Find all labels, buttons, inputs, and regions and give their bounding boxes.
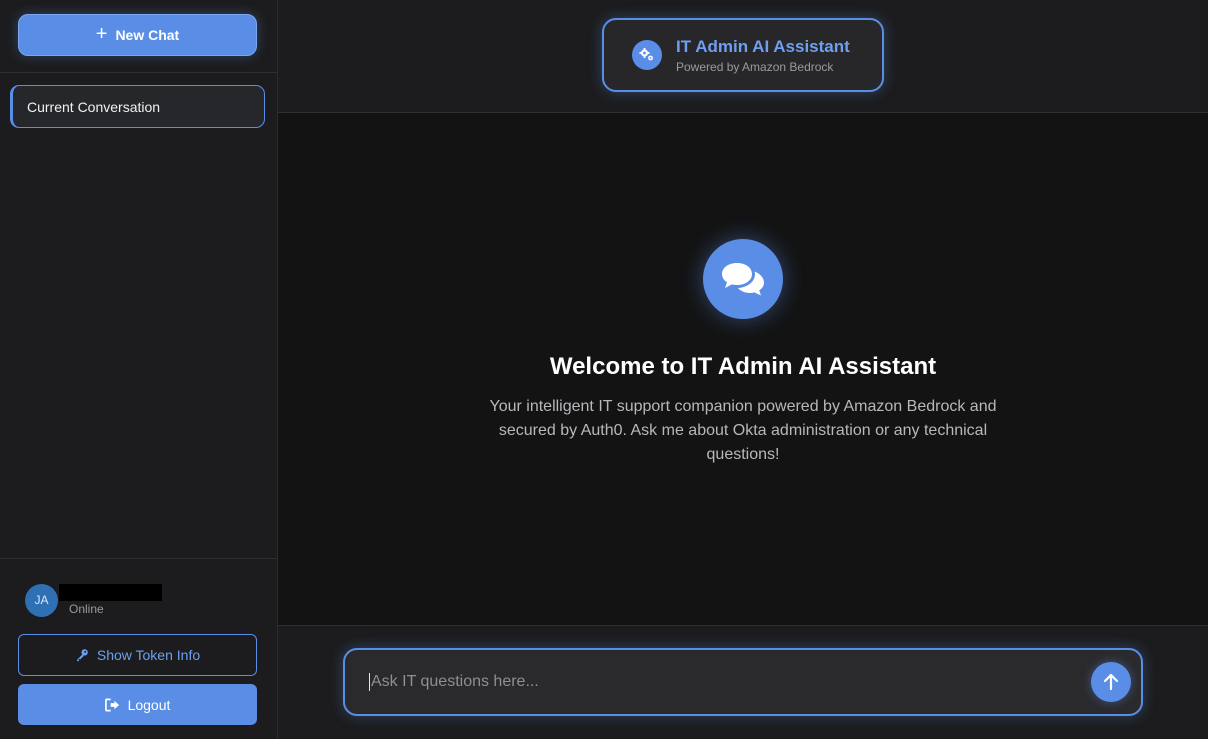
app-root: + New Chat Current Conversation JA Onlin… [0, 0, 1208, 739]
gears-icon [632, 40, 662, 70]
sidebar-footer: JA Online Show Token Info Logout [0, 558, 277, 739]
welcome-text: Your intelligent IT support companion po… [489, 398, 997, 463]
welcome-title: Welcome to IT Admin AI Assistant [549, 353, 937, 380]
message-input[interactable] [369, 673, 1091, 691]
app-title: IT Admin AI Assistant [676, 36, 850, 56]
sidebar: + New Chat Current Conversation JA Onlin… [0, 0, 278, 739]
plus-icon: + [95, 23, 108, 45]
logout-label: Logout [127, 696, 171, 713]
user-name-redacted [59, 584, 162, 601]
conversation-item-current[interactable]: Current Conversation [10, 85, 265, 128]
show-token-info-button[interactable]: Show Token Info [18, 634, 257, 676]
new-chat-button[interactable]: + New Chat [18, 14, 257, 56]
sign-out-icon [104, 698, 119, 711]
user-status: Online [69, 602, 104, 616]
composer-area [278, 625, 1208, 739]
avatar: JA [25, 583, 58, 617]
brand-text: IT Admin AI Assistant Powered by Amazon … [676, 37, 850, 74]
new-chat-label: New Chat [115, 27, 180, 43]
user-info: Online [59, 583, 187, 617]
conversation-item-label: Current Conversation [27, 98, 161, 115]
main-panel: IT Admin AI Assistant Powered by Amazon … [278, 0, 1208, 739]
logout-button[interactable]: Logout [18, 684, 257, 725]
brand-card: IT Admin AI Assistant Powered by Amazon … [602, 18, 884, 92]
send-button[interactable] [1091, 662, 1131, 702]
user-profile: JA Online [18, 583, 259, 617]
app-subtitle: Powered by Amazon Bedrock [676, 59, 834, 74]
show-token-info-label: Show Token Info [96, 647, 201, 663]
main-header: IT Admin AI Assistant Powered by Amazon … [278, 0, 1208, 113]
chat-bubbles-icon [703, 239, 783, 319]
welcome-panel: Welcome to IT Admin AI Assistant Your in… [278, 113, 1208, 625]
sidebar-header: + New Chat [0, 0, 277, 73]
arrow-up-icon [1103, 673, 1119, 691]
message-composer [343, 648, 1143, 716]
key-icon [76, 649, 88, 662]
conversation-list: Current Conversation [0, 73, 277, 558]
